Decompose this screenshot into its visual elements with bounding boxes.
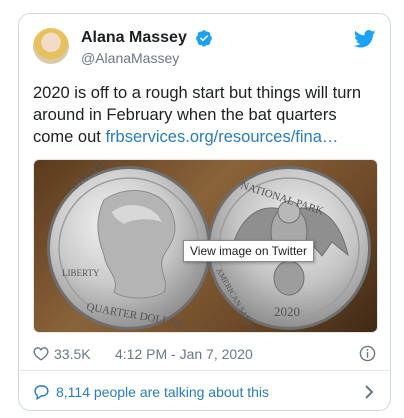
tweet-meta: 33.5K 4:12 PM - Jan 7, 2020	[33, 345, 376, 363]
twitter-bird-icon[interactable]	[354, 30, 376, 48]
heart-icon[interactable]	[33, 346, 49, 361]
verified-badge-icon	[196, 30, 213, 47]
tweet-media[interactable]: UNITED STATES OF AMERICA LIBERTY QUARTER…	[33, 159, 378, 333]
view-image-tooltip: View image on Twitter	[183, 240, 314, 262]
divider	[19, 370, 390, 371]
like-count[interactable]: 33.5K	[54, 346, 91, 362]
tweet-link[interactable]: frbservices.org/resources/fina…	[105, 128, 338, 146]
conversation-label[interactable]: 8,114 people are talking about this	[56, 384, 269, 400]
speech-bubble-icon	[34, 385, 49, 400]
tweet-card: Alana Massey @AlanaMassey 2020 is off to…	[18, 13, 391, 411]
coin-left-liberty-text: LIBERTY	[62, 268, 100, 278]
avatar[interactable]	[33, 28, 69, 64]
author-handle[interactable]: @AlanaMassey	[81, 50, 179, 66]
chevron-right-icon[interactable]	[364, 385, 374, 399]
tweet-timestamp[interactable]: 4:12 PM - Jan 7, 2020	[115, 346, 253, 362]
tweet-text: 2020 is off to a rough start but things …	[33, 82, 378, 148]
conversation-link[interactable]: 8,114 people are talking about this	[33, 383, 376, 403]
author-name-row[interactable]: Alana Massey	[81, 29, 213, 47]
tweet-header: Alana Massey @AlanaMassey	[33, 28, 376, 72]
coin-right-year-text: 2020	[274, 304, 300, 319]
author-name[interactable]: Alana Massey	[81, 29, 187, 47]
info-icon[interactable]	[359, 345, 376, 362]
